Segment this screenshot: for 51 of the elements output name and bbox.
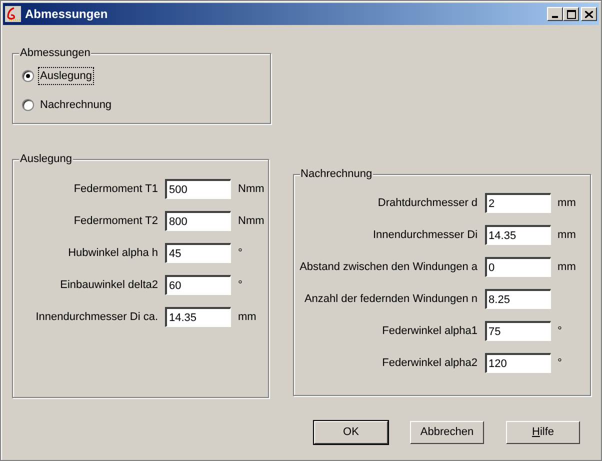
field-label: Federmoment T2 [72, 214, 159, 229]
group-title: Nachrechnung [300, 167, 374, 181]
radio-label: Nachrechnung [39, 98, 113, 113]
field-label: Federmoment T1 [72, 182, 159, 197]
maximize-button[interactable] [563, 7, 579, 21]
field-label: Federwinkel alpha1 [381, 324, 479, 339]
unit-label: mm [238, 310, 256, 325]
field-label: Anzahl der federnden Windungen n [303, 292, 479, 307]
radio-label: Auslegung [39, 68, 93, 84]
unit-label: ° [558, 356, 562, 371]
unit-label: mm [558, 260, 576, 275]
radio-button[interactable] [22, 99, 34, 111]
input-field[interactable]: 2 [484, 193, 551, 213]
group-title: Auslegung [19, 152, 73, 166]
unit-label: ° [558, 324, 562, 339]
input-field[interactable]: 75 [484, 321, 551, 341]
unit-label: ° [238, 278, 242, 293]
group-title: Abmessungen [19, 46, 92, 60]
field-label: Hubwinkel alpha h [67, 246, 159, 261]
field-label: Innendurchmesser Di [372, 228, 479, 243]
dialog-button[interactable]: OK [314, 421, 388, 444]
app-icon [5, 6, 21, 22]
unit-label: mm [558, 228, 576, 243]
window-title: Abmessungen [25, 6, 108, 23]
field-label: Innendurchmesser Di ca. [34, 310, 159, 325]
close-icon [585, 10, 593, 18]
input-field[interactable]: 60 [165, 275, 231, 295]
radio-option[interactable]: Auslegung [22, 68, 270, 84]
input-field[interactable]: 14.35 [165, 307, 231, 327]
maximize-icon [566, 10, 576, 18]
input-field[interactable]: 500 [165, 179, 231, 199]
dialog-button[interactable]: Abbrechen [410, 421, 484, 444]
dialog-button[interactable]: Hilfe [506, 421, 580, 444]
input-field[interactable]: 45 [165, 243, 231, 263]
input-field[interactable]: 8.25 [484, 289, 551, 309]
radio-option[interactable]: Nachrechnung [22, 97, 270, 113]
field-label: Drahtdurchmesser d [376, 196, 479, 211]
field-label: Federwinkel alpha2 [381, 356, 479, 371]
field-label: Abstand zwischen den Windungen a [298, 260, 479, 275]
unit-label: ° [238, 246, 242, 261]
input-field[interactable]: 0 [484, 257, 551, 277]
field-label: Einbauwinkel delta2 [59, 278, 159, 293]
close-button[interactable] [581, 7, 597, 21]
unit-label: Nmm [238, 182, 264, 197]
minimize-button[interactable] [547, 7, 563, 21]
unit-label: Nmm [238, 214, 264, 229]
input-field[interactable]: 120 [484, 353, 551, 373]
input-field[interactable]: 14.35 [484, 225, 551, 245]
input-field[interactable]: 800 [165, 211, 231, 231]
radio-button[interactable] [22, 70, 34, 82]
unit-label: mm [558, 196, 576, 211]
